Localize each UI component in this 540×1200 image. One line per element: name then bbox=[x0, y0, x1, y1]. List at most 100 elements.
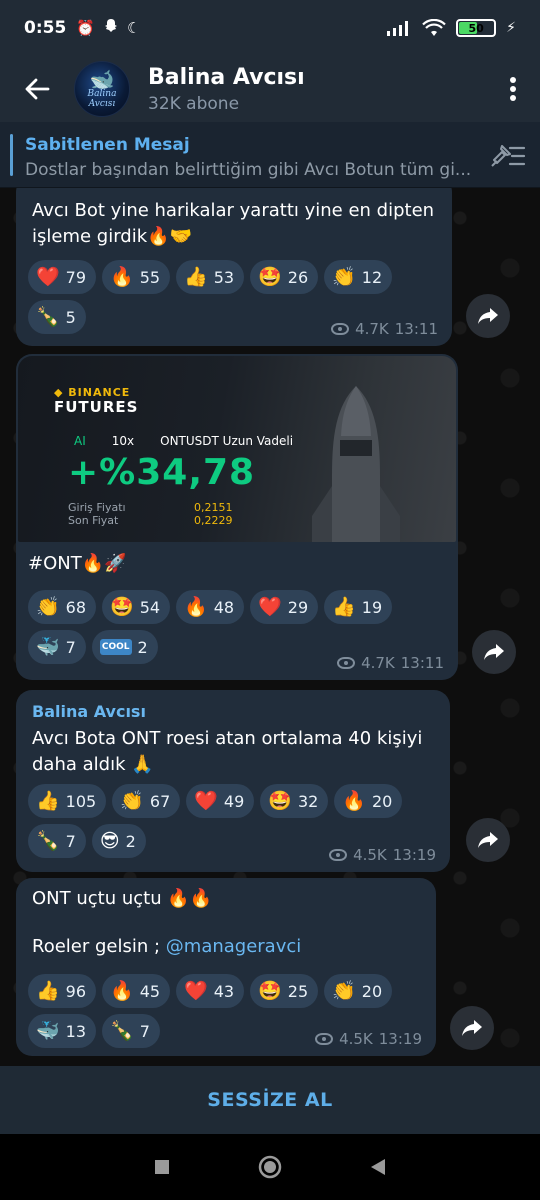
forward-button[interactable] bbox=[466, 294, 510, 338]
mention-link[interactable]: @manageravci bbox=[166, 936, 301, 957]
reaction-chip[interactable]: ❤️ 49 bbox=[186, 784, 255, 818]
card-product: FUTURES bbox=[54, 398, 139, 416]
reaction-count: 49 bbox=[223, 791, 245, 811]
reaction-count: 2 bbox=[125, 831, 136, 851]
reaction-chip[interactable]: 👍 19 bbox=[324, 590, 393, 624]
reaction-count: 20 bbox=[371, 791, 393, 811]
wifi-icon bbox=[422, 19, 446, 36]
reaction-count: 12 bbox=[361, 267, 383, 287]
reaction-count: 26 bbox=[287, 267, 309, 287]
message-meta: 4.5K 13:19 bbox=[315, 1030, 422, 1048]
reaction-chip[interactable]: 👏 20 bbox=[324, 974, 393, 1008]
reaction-emoji: ❤️ bbox=[36, 266, 60, 288]
forward-button[interactable] bbox=[472, 630, 516, 674]
reaction-chip[interactable]: 🐳 13 bbox=[28, 1014, 97, 1048]
back-nav-icon[interactable] bbox=[369, 1157, 387, 1177]
clock: 0:55 bbox=[24, 18, 67, 38]
reaction-emoji: 🐳 bbox=[36, 1020, 60, 1042]
message-meta: 4.7K 13:11 bbox=[331, 320, 438, 338]
channel-header[interactable]: 🐋 Balina Avcısı Balina Avcısı 32K abone bbox=[0, 56, 540, 122]
pinned-list-button[interactable] bbox=[490, 140, 526, 170]
reaction-chip[interactable]: 👏 68 bbox=[28, 590, 97, 624]
view-count: 4.5K bbox=[353, 846, 387, 864]
snapchat-icon bbox=[103, 18, 119, 38]
message-sender[interactable]: Balina Avcısı bbox=[32, 702, 146, 721]
message-bubble[interactable]: ONT uçtu uçtu 🔥🔥 Roeler gelsin ; @manage… bbox=[16, 878, 436, 1056]
reaction-count: 2 bbox=[137, 637, 148, 657]
reaction-emoji: 🍾 bbox=[110, 1020, 134, 1042]
reaction-chip[interactable]: 👏 67 bbox=[112, 784, 181, 818]
reaction-chip[interactable]: 🍾 5 bbox=[28, 300, 86, 334]
message-bubble[interactable]: ◆ BINANCE FUTURES AI 10x ONTUSDT Uzun Va… bbox=[16, 354, 458, 680]
reaction-chip[interactable]: 🍾 7 bbox=[28, 824, 86, 858]
forward-button[interactable] bbox=[466, 818, 510, 862]
views-icon bbox=[337, 657, 356, 669]
reaction-emoji: COOL bbox=[99, 639, 132, 655]
chat-area[interactable]: Avcı Bot yine harikalar yarattı yine en … bbox=[0, 188, 540, 1066]
message-time: 13:11 bbox=[394, 320, 438, 338]
rocket-illustration bbox=[312, 386, 400, 542]
binance-futures-card[interactable]: ◆ BINANCE FUTURES AI 10x ONTUSDT Uzun Va… bbox=[18, 356, 456, 542]
reaction-count: 7 bbox=[65, 831, 76, 851]
channel-titles[interactable]: Balina Avcısı 32K abone bbox=[148, 65, 305, 114]
message-bubble[interactable]: Balina Avcısı Avcı Bota ONT roesi atan o… bbox=[16, 690, 450, 872]
pinned-text: Dostlar başından belirttiğim gibi Avcı B… bbox=[25, 160, 472, 180]
message-meta: 4.5K 13:19 bbox=[329, 846, 436, 864]
view-count: 4.5K bbox=[339, 1030, 373, 1048]
reaction-count: 96 bbox=[65, 981, 87, 1001]
card-pair: ONTUSDT Uzun Vadeli bbox=[160, 434, 294, 448]
reaction-emoji: ❤️ bbox=[258, 596, 282, 618]
reaction-chip[interactable]: ❤️ 29 bbox=[250, 590, 319, 624]
pinned-indicator bbox=[10, 134, 13, 176]
reaction-chip[interactable]: 🔥 45 bbox=[102, 974, 171, 1008]
share-arrow-icon bbox=[484, 644, 504, 660]
recents-icon[interactable] bbox=[153, 1158, 171, 1176]
reaction-chip[interactable]: 🍾 7 bbox=[102, 1014, 160, 1048]
reaction-chip[interactable]: 🤩 32 bbox=[260, 784, 329, 818]
reaction-chip[interactable]: 🔥 48 bbox=[176, 590, 245, 624]
back-button[interactable] bbox=[0, 56, 74, 122]
entry-price-label: Giriş Fiyatı bbox=[68, 501, 126, 514]
reaction-chip[interactable]: 🤩 26 bbox=[250, 260, 319, 294]
charging-icon: ⚡ bbox=[506, 20, 516, 36]
pinned-message[interactable]: Sabitlenen Mesaj Dostlar başından belirt… bbox=[0, 122, 540, 188]
reaction-count: 5 bbox=[65, 307, 76, 327]
battery-icon: 50 bbox=[456, 19, 497, 37]
reaction-emoji: 🤩 bbox=[258, 980, 282, 1002]
reaction-chip[interactable]: 👏 12 bbox=[324, 260, 393, 294]
mute-label: SESSİZE AL bbox=[207, 1089, 333, 1111]
reaction-count: 20 bbox=[361, 981, 383, 1001]
reaction-chip[interactable]: 👍 53 bbox=[176, 260, 245, 294]
share-arrow-icon bbox=[462, 1020, 482, 1036]
reaction-chip[interactable]: ❤️ 43 bbox=[176, 974, 245, 1008]
more-menu-button[interactable] bbox=[486, 56, 540, 122]
reaction-emoji: 🔥 bbox=[110, 266, 134, 288]
reaction-chip[interactable]: 👍 96 bbox=[28, 974, 97, 1008]
reaction-count: 53 bbox=[213, 267, 235, 287]
forward-button[interactable] bbox=[450, 1006, 494, 1050]
views-icon bbox=[329, 849, 348, 861]
message-text-line1: ONT uçtu uçtu 🔥🔥 bbox=[32, 888, 213, 909]
reaction-chip[interactable]: 🔥 55 bbox=[102, 260, 171, 294]
last-price-value: 0,2229 bbox=[194, 514, 233, 527]
reaction-chip[interactable]: 🤩 54 bbox=[102, 590, 171, 624]
subscriber-count: 32K abone bbox=[148, 93, 240, 114]
reaction-emoji: 🔥 bbox=[342, 790, 366, 812]
reaction-chip[interactable]: 🔥 20 bbox=[334, 784, 403, 818]
mute-button[interactable]: SESSİZE AL bbox=[0, 1066, 540, 1134]
card-leverage: 10x bbox=[111, 434, 135, 448]
reaction-chip[interactable]: 🤩 25 bbox=[250, 974, 319, 1008]
reaction-emoji: 🍾 bbox=[36, 306, 60, 328]
reaction-chip[interactable]: COOL 2 bbox=[91, 630, 158, 664]
reaction-chip[interactable]: ❤️ 79 bbox=[28, 260, 97, 294]
reaction-chip[interactable]: 😎 2 bbox=[91, 824, 146, 858]
message-text-prefix: Roeler gelsin ; bbox=[32, 936, 166, 957]
channel-avatar[interactable]: 🐋 Balina Avcısı bbox=[74, 61, 130, 117]
reaction-chip[interactable]: 🐳 7 bbox=[28, 630, 86, 664]
home-icon[interactable] bbox=[257, 1154, 283, 1180]
reaction-chip[interactable]: 👍 105 bbox=[28, 784, 107, 818]
message-bubble[interactable]: Avcı Bot yine harikalar yarattı yine en … bbox=[16, 188, 452, 346]
reaction-emoji: 🤩 bbox=[110, 596, 134, 618]
reaction-emoji: 👏 bbox=[36, 596, 60, 618]
message-time: 13:11 bbox=[400, 654, 444, 672]
